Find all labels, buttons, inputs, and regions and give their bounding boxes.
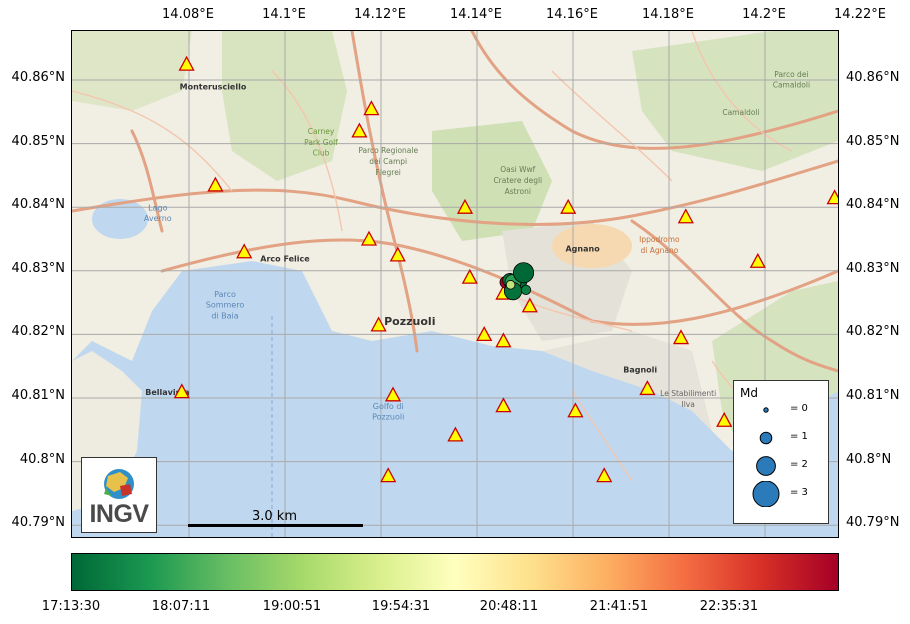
colorbar-tick-label: 20:48:11 [479,599,539,614]
place-label: Parco Regionale [358,146,418,155]
scale-bar [188,524,363,527]
place-label: Averno [144,214,172,223]
legend-item: = 0 [734,397,830,423]
lat-tick-label-left: 40.81°N [11,388,65,403]
place-label: Flegrei [376,168,401,177]
place-label: Golfo di [373,402,404,411]
lon-tick-label: 14.16°E [546,7,598,22]
lon-tick-label: 14.22°E [834,7,886,22]
logo-text: INGV [89,500,149,528]
earthquake-event[interactable] [505,280,516,290]
lat-tick-label-right: 40.86°N [846,70,900,85]
colorbar-tick-label: 18:07:11 [151,599,211,614]
legend-label: = 0 [790,403,808,414]
legend-item: = 3 [734,481,830,507]
place-label: Lago [148,203,167,212]
place-label: Pozzuoli [384,315,435,328]
earthquake-event[interactable] [513,262,535,284]
place-label: Monterusciello [180,83,247,92]
lat-tick-label-left: 40.83°N [11,260,65,276]
lat-tick-label-left: 40.86°N [11,70,65,85]
lat-tick-label-left: 40.84°N [11,197,65,213]
place-label: Agnano [565,245,600,254]
place-label: dei Campi [369,157,407,166]
place-label: Club [313,149,330,158]
lon-tick-label: 14.12°E [354,7,406,22]
colorbar-tick-label: 17:13:30 [41,599,101,614]
legend-marker [759,431,773,445]
colorbar-tick-label: 22:35:31 [699,599,759,614]
place-label: Ilva [682,400,695,409]
place-label: Camaldoli [722,108,759,117]
lon-tick-label: 14.08°E [162,7,214,22]
scale-bar-label: 3.0 km [252,509,297,524]
place-label: Ippodromo [639,235,680,244]
lat-tick-label-right: 40.8°N [846,451,892,467]
place-label: di Baia [211,312,238,321]
place-label: Camaldoli [773,81,810,90]
place-label: Sommero [206,301,245,310]
lat-tick-label-left: 40.79°N [11,515,65,531]
place-label: Arco Felice [260,254,310,263]
lon-tick-label: 14.2°E [742,7,786,22]
lon-tick-label: 14.18°E [642,7,694,22]
place-label: Bagnoli [623,366,657,375]
colorbar-tick-label: 19:54:31 [371,599,431,614]
lat-tick-label-right: 40.84°N [846,197,900,213]
time-colorbar [71,553,839,591]
lat-tick-label-left: 40.8°N [19,451,65,467]
lat-tick-label-right: 40.83°N [846,260,900,276]
place-label: Carney [308,127,335,136]
place-label: di Agnano [640,246,678,255]
place-label: Park Golf [304,138,338,147]
legend-marker [763,407,769,413]
lat-tick-label-right: 40.81°N [846,388,900,403]
lat-tick-label-right: 40.85°N [846,133,900,149]
place-label: Parco dei [774,70,808,79]
lon-tick-label: 14.14°E [450,7,502,22]
lon-tick-label: 14.1°E [262,7,306,22]
legend-marker [756,456,776,476]
place-label: Pozzuoli [372,413,404,422]
map-frame[interactable]: Monterusciello Arco Felice Pozzuoli Agnano B… [71,30,839,538]
legend-item: = 1 [734,425,830,451]
colorbar-tick-label: 19:00:51 [262,599,322,614]
place-label: Cratere degli [493,176,542,185]
colorbar-tick-label: 21:41:51 [589,599,649,614]
earthquake-event[interactable] [520,284,532,296]
place-label: Astroni [505,187,531,196]
place-label: Le Stabilimenti [660,389,716,398]
map-canvas[interactable]: Monterusciello Arco Felice Pozzuoli Agnano B… [72,31,838,537]
lat-tick-label-right: 40.79°N [846,515,900,531]
place-label: Oasi Wwf [500,165,535,174]
legend-marker [752,481,780,507]
lat-tick-label-left: 40.82°N [11,324,65,340]
magnitude-legend: Md = 0 = 1 = 2 = 3 [733,380,829,524]
lat-tick-label-right: 40.82°N [846,324,900,340]
lat-tick-label-left: 40.85°N [11,133,65,149]
legend-label: = 1 [790,431,808,442]
legend-item: = 2 [734,453,830,479]
ingv-logo: INGV [81,457,157,533]
place-label: Parco [214,290,236,299]
legend-label: = 3 [790,487,808,498]
legend-label: = 2 [790,459,808,470]
